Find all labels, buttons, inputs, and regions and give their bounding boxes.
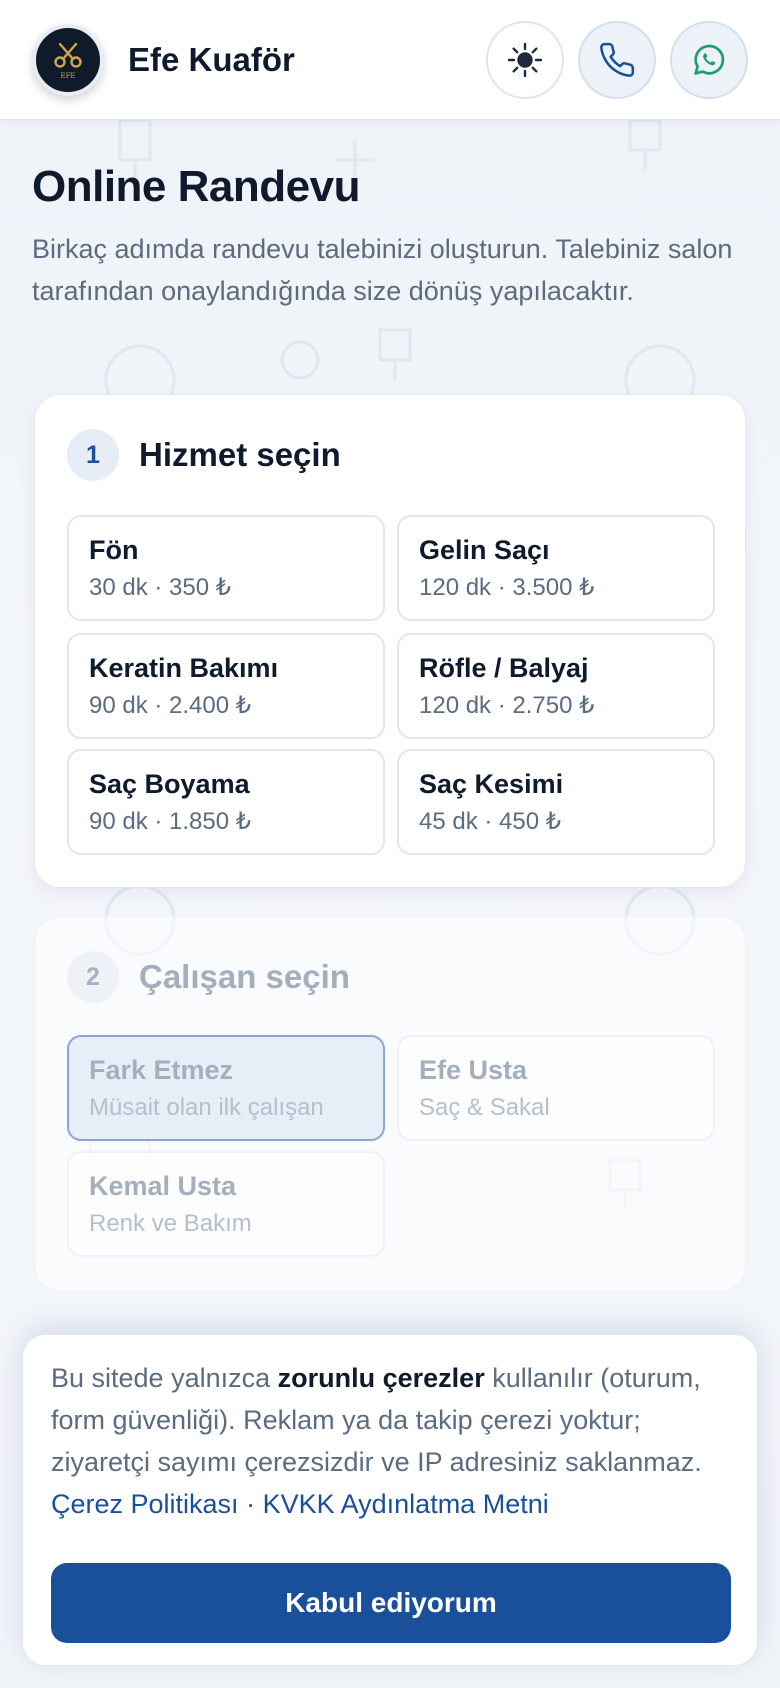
app-header: EFE Efe Kuaför bbox=[0, 0, 780, 120]
service-step-card: 1 Hizmet seçin Fön 30 dk · 350 ₺ Gelin S… bbox=[34, 394, 746, 888]
staff-meta: Renk ve Bakım bbox=[89, 1210, 252, 1237]
service-name: Gelin Saçı bbox=[419, 535, 550, 565]
phone-button[interactable] bbox=[578, 20, 656, 99]
service-meta: 120 dk · 3.500 ₺ bbox=[419, 574, 595, 601]
cookie-policy-link[interactable]: Çerez Politikası bbox=[51, 1489, 239, 1519]
sun-icon bbox=[507, 42, 543, 77]
staff-meta: Saç & Sakal bbox=[419, 1094, 550, 1121]
service-meta: 120 dk · 2.750 ₺ bbox=[419, 692, 595, 719]
cookie-banner: Bu sitede yalnızca zorunlu çerezler kull… bbox=[22, 1334, 758, 1666]
whatsapp-button[interactable] bbox=[670, 20, 748, 99]
phone-icon bbox=[600, 42, 635, 77]
brand-name: Efe Kuaför bbox=[128, 40, 295, 78]
staff-option-fark-etmez[interactable]: Fark Etmez Müsait olan ilk çalışan bbox=[67, 1035, 385, 1141]
service-option-keratin-bakimi[interactable]: Keratin Bakımı 90 dk · 2.400 ₺ bbox=[67, 633, 385, 739]
step-number: 2 bbox=[67, 951, 119, 1003]
step-number: 1 bbox=[67, 429, 119, 481]
staff-name: Kemal Usta bbox=[89, 1171, 237, 1201]
kvkk-link[interactable]: KVKK Aydınlatma Metni bbox=[263, 1489, 549, 1519]
salon-logo[interactable]: EFE bbox=[32, 23, 104, 96]
whatsapp-icon bbox=[694, 44, 725, 75]
service-name: Keratin Bakımı bbox=[89, 653, 279, 683]
service-option-gelin-saci[interactable]: Gelin Saçı 120 dk · 3.500 ₺ bbox=[397, 515, 715, 621]
page-title: Online Randevu bbox=[32, 162, 360, 211]
page-description: Birkaç adımda randevu talebinizi oluştur… bbox=[32, 234, 733, 306]
service-name: Saç Kesimi bbox=[419, 769, 564, 799]
service-option-sac-kesimi[interactable]: Saç Kesimi 45 dk · 450 ₺ bbox=[397, 749, 715, 855]
staff-name: Fark Etmez bbox=[89, 1055, 234, 1085]
logo-text: EFE bbox=[60, 72, 75, 80]
service-name: Fön bbox=[89, 535, 139, 565]
cookie-text-start: Bu sitede yalnızca bbox=[51, 1363, 278, 1393]
step-title: Hizmet seçin bbox=[139, 436, 341, 473]
service-option-rofle-balyaj[interactable]: Röfle / Balyaj 120 dk · 2.750 ₺ bbox=[397, 633, 715, 739]
service-option-fon[interactable]: Fön 30 dk · 350 ₺ bbox=[67, 515, 385, 621]
service-name: Saç Boyama bbox=[89, 769, 250, 799]
staff-option-kemal-usta[interactable]: Kemal Usta Renk ve Bakım bbox=[67, 1151, 385, 1257]
cookie-links: Çerez Politikası · KVKK Aydınlatma Metni bbox=[51, 1483, 729, 1525]
service-meta: 90 dk · 2.400 ₺ bbox=[89, 692, 252, 719]
scissors-icon: EFE bbox=[54, 42, 82, 80]
cookie-notice-text: Bu sitede yalnızca zorunlu çerezler kull… bbox=[51, 1357, 729, 1483]
staff-meta: Müsait olan ilk çalışan bbox=[89, 1094, 324, 1121]
link-separator: · bbox=[238, 1489, 263, 1519]
service-meta: 90 dk · 1.850 ₺ bbox=[89, 808, 252, 835]
staff-option-efe-usta[interactable]: Efe Usta Saç & Sakal bbox=[397, 1035, 715, 1141]
service-meta: 30 dk · 350 ₺ bbox=[89, 574, 232, 601]
staff-step-card: 2 Çalışan seçin Fark Etmez Müsait olan i… bbox=[34, 916, 746, 1292]
accept-cookies-button[interactable]: Kabul ediyorum bbox=[51, 1563, 731, 1643]
service-option-sac-boyama[interactable]: Saç Boyama 90 dk · 1.850 ₺ bbox=[67, 749, 385, 855]
theme-toggle-button[interactable] bbox=[486, 20, 564, 99]
step-title: Çalışan seçin bbox=[139, 958, 350, 995]
service-meta: 45 dk · 450 ₺ bbox=[419, 808, 562, 835]
staff-name: Efe Usta bbox=[419, 1055, 528, 1085]
cookie-text-bold: zorunlu çerezler bbox=[277, 1363, 485, 1393]
service-name: Röfle / Balyaj bbox=[419, 653, 589, 683]
